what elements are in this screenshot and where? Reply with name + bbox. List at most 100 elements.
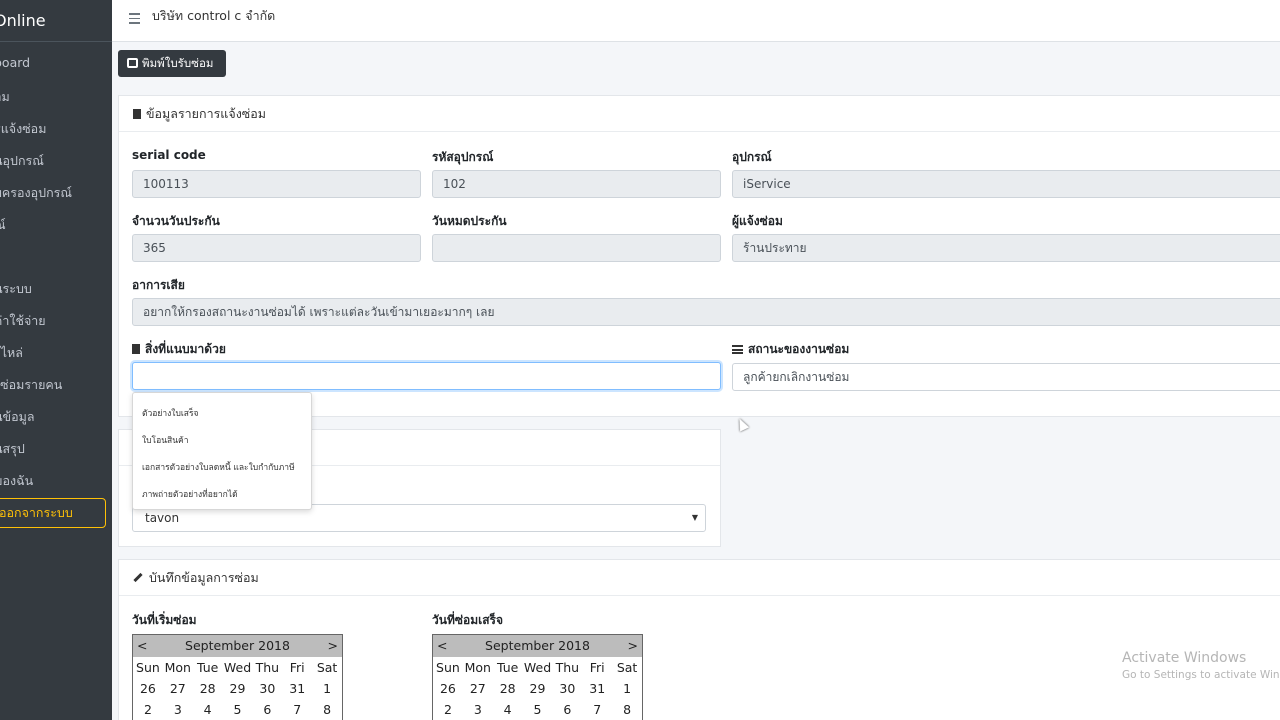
list-icon (732, 345, 743, 354)
status-label-wrap: สถานะของงานซ่อม (732, 340, 849, 359)
warranty-days-field[interactable]: 365 (132, 234, 421, 262)
weekday: Sun (436, 660, 460, 675)
suggestion-item[interactable]: ใบโอนสินค้า (142, 433, 188, 447)
device-code-field[interactable]: 102 (432, 170, 721, 198)
calendar-day[interactable]: 7 (282, 699, 312, 720)
weekday: Sat (316, 660, 338, 675)
calendar-day[interactable]: 5 (523, 699, 553, 720)
calendar-day[interactable]: 28 (193, 678, 223, 699)
device-field[interactable]: iService (732, 170, 1280, 198)
sidebar-item-repair-list[interactable]: รแจ้งซ่อม (0, 119, 46, 139)
warranty-expire-field[interactable] (432, 234, 721, 262)
calendar-day[interactable]: 7 (582, 699, 612, 720)
serial-field[interactable]: 100113 (132, 170, 421, 198)
weekday: Mon (164, 660, 191, 675)
suggestion-item[interactable]: ตัวอย่างใบเสร็จ (142, 406, 199, 420)
warranty-expire-label: วันหมดประกัน (432, 214, 507, 228)
symptom-field[interactable]: อยากให้กรองสถานะงานซ่อมได้ เพราะแต่ละวัน… (132, 298, 1280, 326)
print-receipt-label: พิมพ์ใบรับซ่อม (142, 56, 214, 70)
calendar-header: < September 2018 > (133, 635, 342, 657)
file-icon (132, 344, 140, 354)
calendar-day[interactable]: 31 (582, 678, 612, 699)
reporter-label: ผู้แจ้งซ่อม (732, 214, 783, 228)
sidebar-item-spare-parts[interactable]: ะไหล่ (0, 343, 23, 363)
calendar-day[interactable]: 2 (133, 699, 163, 720)
attachments-input[interactable] (132, 362, 721, 390)
suggestion-item[interactable]: เอกสารตัวอย่างใบลดหนี้ และใบกำกับภาษี (142, 460, 295, 474)
print-receipt-button[interactable]: พิมพ์ใบรับซ่อม (118, 50, 226, 77)
calendar-day[interactable]: 8 (612, 699, 642, 720)
start-date-calendar: < September 2018 > Sun Mon Tue Wed Thu F… (132, 634, 343, 720)
topbar: บริษัท control c จำกัด (112, 0, 1280, 42)
calendar-day[interactable]: 1 (312, 678, 342, 699)
sidebar-item-equipment[interactable]: ณ์ (0, 215, 6, 235)
calendar-day[interactable]: 26 (433, 678, 463, 699)
weekday: Fri (589, 660, 605, 675)
calendar-weekdays: Sun Mon Tue Wed Thu Fri Sat (133, 657, 342, 678)
sidebar: Online board อม รแจ้งซ่อม นอุปกรณ์ บครอง… (0, 0, 112, 720)
calendar-next-button[interactable]: > (628, 635, 638, 657)
calendar-day[interactable]: 27 (163, 678, 193, 699)
start-date-label: วันที่เริ่มซ่อม (132, 613, 197, 627)
weekday: Tue (196, 660, 219, 675)
calendar-day[interactable]: 29 (523, 678, 553, 699)
reporter-field[interactable]: ร้านประทาย (732, 234, 1280, 262)
calendar-day[interactable]: 4 (193, 699, 223, 720)
calendar-prev-button[interactable]: < (437, 635, 447, 657)
technician-select-value: tavon (145, 511, 180, 525)
activate-windows-subtitle: Go to Settings to activate Windows. (1122, 669, 1280, 681)
sidebar-item-repairs-by-person[interactable]: งซ่อมรายคน (0, 375, 62, 395)
menu-icon[interactable] (129, 13, 140, 24)
weekday: Wed (223, 660, 252, 675)
calendar-day[interactable]: 1 (612, 678, 642, 699)
sidebar-item-dashboard[interactable]: board (0, 55, 30, 70)
attachment-suggestions: ตัวอย่างใบเสร็จ ใบโอนสินค้า เอกสารตัวอย่… (132, 392, 312, 510)
calendar-month: September 2018 (185, 638, 290, 653)
device-label: อุปกรณ์ (732, 150, 772, 164)
sidebar-item-summary[interactable]: นสรุป (0, 439, 25, 459)
calendar-day[interactable]: 3 (463, 699, 493, 720)
calendar-day[interactable]: 2 (433, 699, 463, 720)
calendar-day[interactable]: 30 (252, 678, 282, 699)
weekday: Sat (616, 660, 638, 675)
calendar-week: 26 27 28 29 30 31 1 (433, 678, 642, 699)
sidebar-item-mine[interactable]: ของฉัน (0, 471, 33, 491)
calendar-next-button[interactable]: > (328, 635, 338, 657)
weekday: Thu (255, 660, 280, 675)
pencil-icon (133, 572, 143, 583)
calendar-day[interactable]: 31 (282, 678, 312, 699)
calendar-day[interactable]: 28 (493, 678, 523, 699)
sidebar-item-devices[interactable]: นอุปกรณ์ (0, 151, 44, 171)
calendar-day[interactable]: 29 (223, 678, 253, 699)
status-field[interactable]: ลูกค้ายกเลิกงานซ่อม (732, 363, 1280, 391)
sidebar-item-expenses[interactable]: ค่าใช้จ่าย (0, 311, 46, 331)
suggestion-item[interactable]: ภาพถ่ายตัวอย่างที่อยากได้ (142, 487, 238, 501)
sidebar-item-data[interactable]: นข้อมูล (0, 407, 35, 427)
calendar-day[interactable]: 27 (463, 678, 493, 699)
calendar-week: 26 27 28 29 30 31 1 (133, 678, 342, 699)
calendar-prev-button[interactable]: < (137, 635, 147, 657)
calendar-day[interactable]: 6 (552, 699, 582, 720)
weekday: Tue (496, 660, 519, 675)
calendar-header: < September 2018 > (433, 635, 642, 657)
weekday: Thu (555, 660, 580, 675)
file-icon (133, 109, 141, 119)
weekday: Mon (464, 660, 491, 675)
calendar-day[interactable]: 26 (133, 678, 163, 699)
status-label: สถานะของงานซ่อม (748, 342, 850, 356)
calendar-month: September 2018 (485, 638, 590, 653)
calendar-day[interactable]: 6 (252, 699, 282, 720)
sidebar-item-system[interactable]: นระบบ (0, 279, 32, 299)
weekday: Sun (136, 660, 160, 675)
sidebar-item-repair[interactable]: อม (0, 87, 10, 107)
logout-button[interactable]: ออกจากระบบ (0, 498, 106, 528)
sidebar-item-device-ownership[interactable]: บครองอุปกรณ์ (0, 183, 72, 203)
calendar-day[interactable]: 30 (552, 678, 582, 699)
brand-title: Online (0, 0, 112, 42)
attachments-label-wrap: สิ่งที่แนบมาด้วย (132, 340, 226, 359)
symptom-label: อาการเสีย (132, 278, 185, 292)
calendar-day[interactable]: 8 (312, 699, 342, 720)
calendar-day[interactable]: 5 (223, 699, 253, 720)
calendar-day[interactable]: 3 (163, 699, 193, 720)
calendar-day[interactable]: 4 (493, 699, 523, 720)
